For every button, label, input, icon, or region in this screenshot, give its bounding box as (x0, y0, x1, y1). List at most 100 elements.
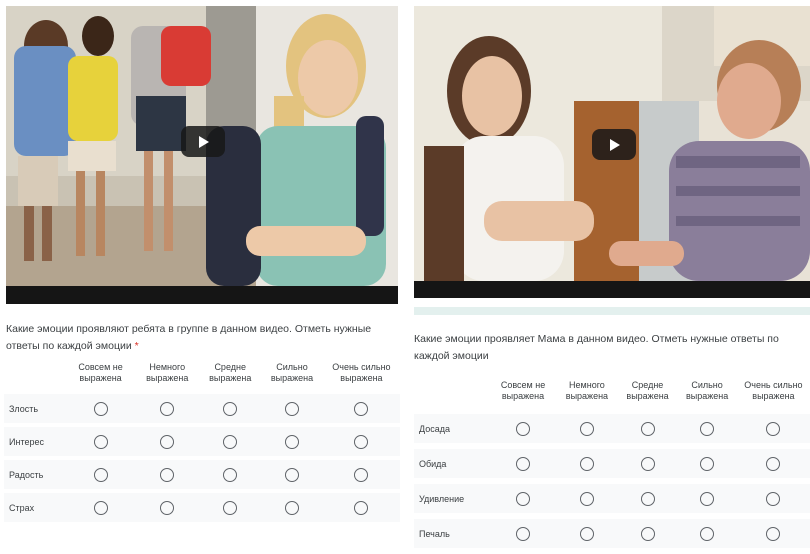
grid-row-radost: Радость (4, 460, 400, 489)
radio-cell[interactable] (261, 394, 323, 423)
radio-button[interactable] (700, 456, 715, 471)
radio-cell[interactable] (66, 493, 136, 522)
radio-cell[interactable] (322, 394, 400, 423)
radio-cell[interactable] (490, 519, 557, 548)
radio-button[interactable] (640, 526, 655, 541)
radio-button[interactable] (766, 421, 781, 436)
radio-button[interactable] (700, 491, 715, 506)
radio-cell[interactable] (556, 414, 618, 443)
radio-button[interactable] (700, 526, 715, 541)
radio-button[interactable] (640, 421, 655, 436)
radio-button[interactable] (640, 491, 655, 506)
radio-button[interactable] (93, 401, 108, 416)
radio-button[interactable] (93, 467, 108, 482)
play-icon (199, 135, 209, 148)
radio-button[interactable] (93, 500, 108, 515)
radio-button[interactable] (160, 500, 175, 515)
required-mark: * (134, 340, 139, 352)
radio-cell[interactable] (556, 519, 618, 548)
radio-button[interactable] (354, 500, 369, 515)
radio-cell[interactable] (199, 394, 262, 423)
radio-button[interactable] (579, 421, 594, 436)
radio-cell[interactable] (135, 460, 200, 489)
radio-button[interactable] (579, 491, 594, 506)
radio-button[interactable] (223, 434, 238, 449)
radio-cell[interactable] (677, 519, 737, 548)
radio-cell[interactable] (490, 414, 557, 443)
section-divider (414, 307, 810, 315)
radio-button[interactable] (223, 500, 238, 515)
radio-cell[interactable] (736, 484, 810, 513)
radio-cell[interactable] (322, 493, 400, 522)
video-player-right[interactable] (414, 6, 810, 298)
radio-cell[interactable] (490, 484, 557, 513)
radio-cell[interactable] (199, 427, 262, 456)
radio-cell[interactable] (66, 394, 136, 423)
question-text-left: Какие эмоции проявляют ребята в группе в… (6, 321, 398, 355)
radio-button[interactable] (516, 421, 531, 436)
radio-cell[interactable] (199, 460, 262, 489)
radio-button[interactable] (284, 434, 299, 449)
radio-cell[interactable] (135, 427, 200, 456)
video-player-left[interactable] (6, 6, 398, 304)
play-button-right[interactable] (592, 129, 636, 160)
radio-button[interactable] (354, 434, 369, 449)
column-header: Средне выражена (209, 362, 252, 383)
radio-button[interactable] (223, 401, 238, 416)
radio-button[interactable] (766, 491, 781, 506)
radio-button[interactable] (516, 526, 531, 541)
radio-cell[interactable] (199, 493, 262, 522)
radio-button[interactable] (160, 434, 175, 449)
radio-cell[interactable] (135, 394, 200, 423)
radio-button[interactable] (284, 401, 299, 416)
grid-corner (414, 380, 490, 408)
radio-cell[interactable] (617, 484, 678, 513)
radio-cell[interactable] (677, 414, 737, 443)
radio-cell[interactable] (617, 519, 678, 548)
radio-button[interactable] (766, 526, 781, 541)
radio-button[interactable] (516, 456, 531, 471)
radio-cell[interactable] (677, 449, 737, 478)
radio-cell[interactable] (617, 449, 678, 478)
radio-button[interactable] (700, 421, 715, 436)
column-header: Немного выражена (565, 380, 609, 401)
emotion-grid-left: Совсем не выражена Немного выражена Сред… (4, 358, 400, 526)
radio-cell[interactable] (66, 427, 136, 456)
radio-button[interactable] (223, 467, 238, 482)
row-label: Досада (414, 414, 490, 443)
radio-cell[interactable] (322, 427, 400, 456)
radio-button[interactable] (640, 456, 655, 471)
row-label: Страх (4, 493, 66, 522)
column-header: Совсем не выражена (78, 362, 123, 383)
radio-cell[interactable] (617, 414, 678, 443)
radio-button[interactable] (516, 491, 531, 506)
radio-cell[interactable] (677, 484, 737, 513)
radio-button[interactable] (354, 467, 369, 482)
grid-row-obida: Обида (414, 449, 810, 478)
radio-button[interactable] (284, 500, 299, 515)
radio-cell[interactable] (66, 460, 136, 489)
radio-cell[interactable] (135, 493, 200, 522)
radio-cell[interactable] (490, 449, 557, 478)
radio-cell[interactable] (736, 519, 810, 548)
radio-button[interactable] (160, 401, 175, 416)
radio-cell[interactable] (261, 493, 323, 522)
radio-button[interactable] (579, 456, 594, 471)
radio-button[interactable] (284, 467, 299, 482)
radio-cell[interactable] (556, 484, 618, 513)
grid-row-strah: Страх (4, 493, 400, 522)
radio-button[interactable] (160, 467, 175, 482)
grid-row-zlost: Злость (4, 394, 400, 423)
radio-cell[interactable] (261, 427, 323, 456)
radio-cell[interactable] (556, 449, 618, 478)
radio-cell[interactable] (261, 460, 323, 489)
play-button-left[interactable] (181, 126, 225, 157)
radio-cell[interactable] (736, 414, 810, 443)
radio-cell[interactable] (736, 449, 810, 478)
radio-cell[interactable] (322, 460, 400, 489)
radio-button[interactable] (766, 456, 781, 471)
row-label: Интерес (4, 427, 66, 456)
radio-button[interactable] (93, 434, 108, 449)
radio-button[interactable] (579, 526, 594, 541)
radio-button[interactable] (354, 401, 369, 416)
